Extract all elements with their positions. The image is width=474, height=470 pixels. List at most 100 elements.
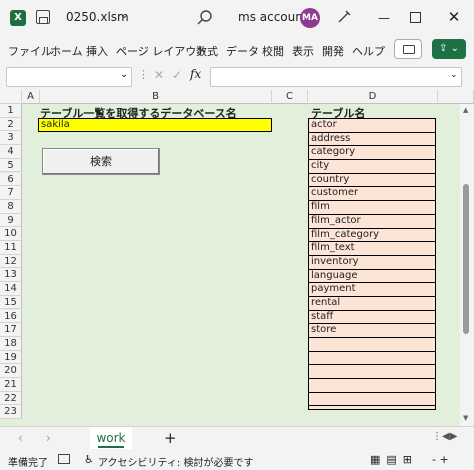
row-header[interactable]: 19 <box>0 350 22 365</box>
scroll-up-icon[interactable]: ▲ <box>463 106 468 114</box>
excel-logo-icon: X <box>10 10 26 26</box>
table-row[interactable]: film <box>309 201 435 215</box>
active-tab-indicator <box>98 446 124 448</box>
scroll-thumb[interactable] <box>463 184 469 334</box>
accessibility-status[interactable]: アクセシビリティ: 検討が必要です <box>98 454 253 469</box>
column-header-c[interactable]: C <box>272 90 308 104</box>
table-row[interactable]: actor <box>309 119 435 133</box>
tab-file[interactable]: ファイル <box>8 43 52 59</box>
row-header[interactable]: 23 <box>0 405 22 420</box>
row-header[interactable]: 15 <box>0 295 22 310</box>
column-header-e[interactable] <box>438 90 474 104</box>
view-mode-icons[interactable]: ▦▤⊞ <box>370 453 418 466</box>
table-row[interactable] <box>309 379 435 393</box>
tab-home[interactable]: ホーム <box>50 43 83 59</box>
zoom-control[interactable]: - + <box>432 453 449 466</box>
title-bar: X 0250.xlsm ⌄ ms account MA — ✕ <box>0 0 474 36</box>
row-header[interactable]: 21 <box>0 378 22 392</box>
table-row[interactable]: category <box>309 146 435 161</box>
search-button[interactable]: 検索 <box>42 148 160 175</box>
table-row[interactable]: payment <box>309 283 435 297</box>
row-header[interactable]: 8 <box>0 199 22 214</box>
sheet-nav-more-icon[interactable]: ⋮◀▶ <box>432 431 457 442</box>
table-row[interactable] <box>309 365 435 380</box>
table-row[interactable]: customer <box>309 187 435 202</box>
row-header[interactable]: 20 <box>0 364 22 378</box>
row-header[interactable]: 10 <box>0 227 22 241</box>
account-name[interactable]: ms account <box>238 10 308 24</box>
chevron-down-icon[interactable]: ⌄ <box>450 70 458 80</box>
column-header-b[interactable]: B <box>40 90 272 104</box>
row-header[interactable]: 11 <box>0 241 22 255</box>
tab-help[interactable]: ヘルプ <box>352 43 385 59</box>
row-header[interactable]: 2 <box>0 117 22 132</box>
formula-input[interactable] <box>210 67 462 87</box>
tab-page-layout[interactable]: ページ レイアウト <box>116 43 207 59</box>
tab-review[interactable]: 校閲 <box>262 43 284 59</box>
more-icon: ⋮ <box>138 68 149 81</box>
accessibility-icon[interactable]: ♿ <box>84 453 94 466</box>
row-header[interactable]: 1 <box>0 104 22 118</box>
search-icon[interactable] <box>196 9 214 27</box>
chevron-down-icon[interactable]: ⌄ <box>120 69 128 80</box>
row-header[interactable]: 7 <box>0 186 22 200</box>
row-header[interactable]: 3 <box>0 131 22 146</box>
row-header[interactable]: 14 <box>0 282 22 296</box>
table-row[interactable] <box>309 393 435 407</box>
table-row[interactable]: film_actor <box>309 215 435 229</box>
enter-icon[interactable]: ✓ <box>172 68 182 82</box>
tab-view[interactable]: 表示 <box>292 43 314 59</box>
tab-insert[interactable]: 挿入 <box>86 43 108 59</box>
close-button[interactable]: ✕ <box>444 6 464 28</box>
name-box[interactable] <box>6 67 132 87</box>
column-header-a[interactable]: A <box>22 90 40 104</box>
table-row[interactable]: store <box>309 324 435 338</box>
add-sheet-button[interactable]: + <box>164 429 177 447</box>
tab-data[interactable]: データ <box>226 43 259 59</box>
tab-formulas[interactable]: 数式 <box>196 43 218 59</box>
vertical-scrollbar[interactable]: ▲ ▼ <box>460 104 474 426</box>
row-header[interactable]: 17 <box>0 323 22 337</box>
scroll-down-icon[interactable]: ▼ <box>463 414 468 422</box>
table-row[interactable]: language <box>309 270 435 284</box>
table-row[interactable]: inventory <box>309 256 435 270</box>
avatar[interactable]: MA <box>300 8 320 28</box>
table-row[interactable]: country <box>309 174 435 188</box>
select-all-corner[interactable] <box>0 90 22 104</box>
next-sheet-button[interactable]: › <box>46 431 51 445</box>
table-row[interactable]: staff <box>309 311 435 325</box>
maximize-button[interactable] <box>410 12 421 23</box>
table-row[interactable]: rental <box>309 297 435 311</box>
minimize-button[interactable]: — <box>374 8 394 28</box>
comments-button[interactable] <box>394 39 422 59</box>
sheet-tab-bar: ‹ › work + ⋮◀▶ <box>0 426 474 450</box>
table-row[interactable]: address <box>309 133 435 147</box>
worksheet-grid[interactable]: A B C D 1 2 3 4 5 6 7 8 9 10 11 12 13 14 15 16 17 18 19 20 2… <box>0 90 474 426</box>
save-icon[interactable] <box>36 10 50 24</box>
row-header[interactable]: 22 <box>0 391 22 406</box>
row-header[interactable]: 9 <box>0 213 22 228</box>
row-header[interactable]: 13 <box>0 268 22 283</box>
row-header[interactable]: 6 <box>0 172 22 187</box>
formula-bar: ⌄ ⋮ ✕ ✓ fx ⌄ <box>0 64 474 90</box>
table-row[interactable] <box>309 352 435 366</box>
table-row[interactable]: city <box>309 160 435 174</box>
database-name-cell[interactable]: sakila <box>38 118 272 132</box>
previous-sheet-button[interactable]: ‹ <box>18 431 23 445</box>
cancel-icon[interactable]: ✕ <box>154 68 164 82</box>
macro-record-icon[interactable] <box>58 454 70 464</box>
designer-pen-icon[interactable] <box>336 9 352 25</box>
tab-developer[interactable]: 開発 <box>322 43 344 59</box>
row-header[interactable]: 18 <box>0 336 22 351</box>
row-header[interactable]: 16 <box>0 309 22 324</box>
row-header[interactable]: 4 <box>0 145 22 159</box>
table-row[interactable] <box>309 338 435 352</box>
chevron-down-icon[interactable]: ⌄ <box>120 10 128 21</box>
row-header[interactable]: 5 <box>0 158 22 173</box>
table-row[interactable]: film_category <box>309 229 435 243</box>
share-button[interactable]: ⇪ ⌄ <box>432 39 466 59</box>
insert-function-icon[interactable]: fx <box>190 67 201 81</box>
row-header[interactable]: 12 <box>0 254 22 269</box>
table-row[interactable]: film_text <box>309 242 435 256</box>
column-header-d[interactable]: D <box>308 90 438 104</box>
